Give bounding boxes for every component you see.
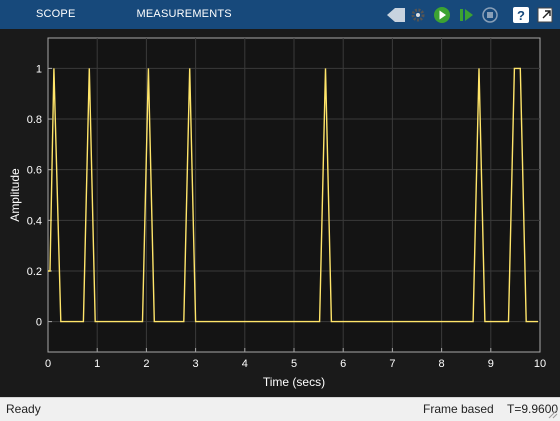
amplitude-time-plot: 0 1 2 3 4 5 6 7 8 9 10 0 0.2 0.4 0.6 0.8 1 Time (secs) A… bbox=[8, 37, 546, 389]
x-tick-label: 9 bbox=[488, 358, 494, 370]
help-button[interactable]: ? bbox=[510, 4, 532, 26]
x-tick-label: 10 bbox=[534, 358, 546, 370]
x-tick-label: 7 bbox=[389, 358, 395, 370]
status-bar: Ready Frame based T=9.9600 bbox=[0, 397, 560, 421]
y-tick-label: 1 bbox=[36, 63, 42, 75]
collapse-toolstrip-icon bbox=[387, 7, 405, 22]
x-tick-label: 3 bbox=[193, 358, 199, 370]
step-forward-button[interactable] bbox=[455, 4, 477, 26]
toolstrip: SCOPE MEASUREMENTS ? bbox=[0, 0, 560, 29]
y-tick-label: 0 bbox=[36, 317, 42, 329]
undock-button[interactable] bbox=[534, 4, 556, 26]
run-icon bbox=[434, 6, 450, 23]
collapse-toolstrip-button[interactable] bbox=[383, 4, 405, 26]
x-tick-label: 4 bbox=[242, 358, 248, 370]
y-tick-label: 0.6 bbox=[27, 165, 42, 177]
run-button[interactable] bbox=[431, 4, 453, 26]
settings-gear-icon bbox=[411, 8, 425, 21]
x-tick-label: 2 bbox=[143, 358, 149, 370]
x-axis-label: Time (secs) bbox=[263, 375, 325, 389]
y-tick-label: 0.4 bbox=[27, 215, 42, 227]
status-mode: Frame based bbox=[423, 402, 494, 416]
help-icon: ? bbox=[513, 6, 529, 23]
settings-button[interactable] bbox=[407, 4, 429, 26]
status-state: Ready bbox=[6, 402, 41, 416]
x-tick-label: 5 bbox=[291, 358, 297, 370]
x-tick-label: 1 bbox=[94, 358, 100, 370]
stop-icon bbox=[482, 6, 498, 23]
x-tick-label: 0 bbox=[45, 358, 51, 370]
resize-grip-icon[interactable] bbox=[548, 409, 558, 419]
step-forward-icon bbox=[460, 8, 473, 21]
y-tick-label: 0.8 bbox=[27, 114, 42, 126]
x-tick-label: 8 bbox=[439, 358, 445, 370]
scope-display: 0 1 2 3 4 5 6 7 8 9 10 0 0.2 0.4 0.6 0.8 1 Time (secs) A… bbox=[0, 29, 560, 395]
svg-text:?: ? bbox=[517, 8, 525, 23]
undock-icon bbox=[537, 7, 553, 22]
stop-button[interactable] bbox=[479, 4, 501, 26]
toolbar-buttons: ? bbox=[382, 0, 560, 29]
tab-scope[interactable]: SCOPE bbox=[0, 0, 119, 29]
x-tick-label: 6 bbox=[340, 358, 346, 370]
y-axis-label: Amplitude bbox=[8, 168, 22, 222]
tab-measurements[interactable]: MEASUREMENTS bbox=[119, 0, 250, 29]
y-tick-label: 0.2 bbox=[27, 266, 42, 278]
